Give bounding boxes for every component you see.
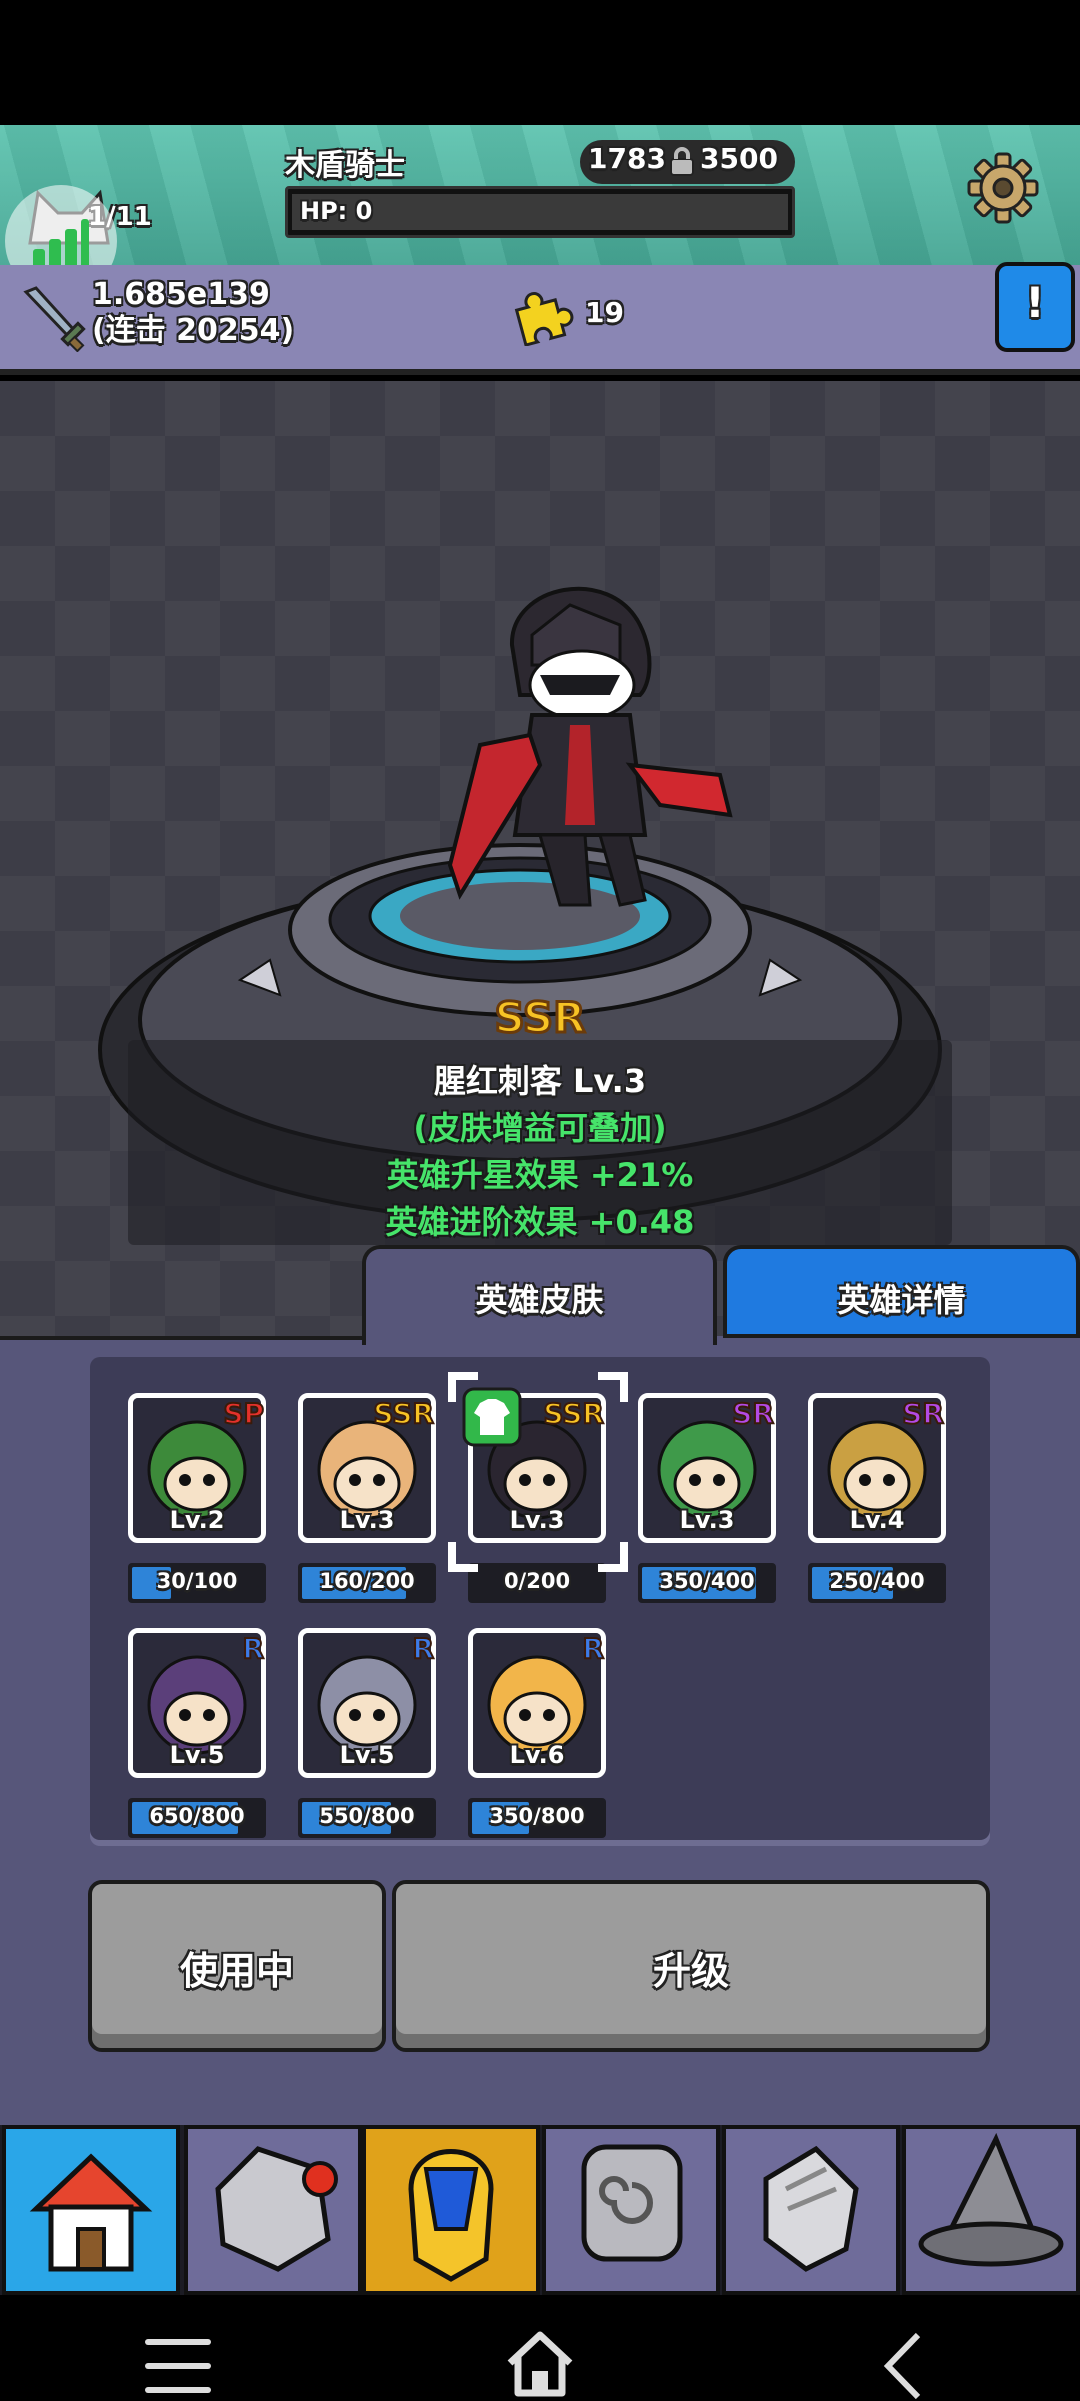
home-icon[interactable] bbox=[506, 2331, 574, 2397]
damage-stat: 1.685e139 (连击 20254) bbox=[92, 277, 294, 349]
tab-hero-detail-label: 英雄详情 bbox=[837, 1281, 966, 1319]
puzzle-piece-icon bbox=[514, 292, 574, 346]
skin-rarity-text: SR bbox=[902, 1397, 944, 1429]
skin-progress-text: 550/800 bbox=[319, 1804, 415, 1828]
skin-progress-text: 350/400 bbox=[659, 1569, 755, 1593]
skin-rarity-text: R bbox=[582, 1632, 604, 1664]
gauntlet-icon bbox=[763, 2145, 859, 2272]
skin-progress-text: 650/800 bbox=[149, 1804, 245, 1828]
skin-rarity-text: SR bbox=[732, 1397, 774, 1429]
equipped-shirt-icon bbox=[462, 1387, 522, 1447]
lock-icon bbox=[670, 147, 694, 176]
sword-icon bbox=[23, 286, 86, 352]
skin-progress-bar: 350/400 bbox=[638, 1563, 776, 1603]
wizard-hat-icon bbox=[918, 2132, 1064, 2267]
ssr-rarity-text: SSR bbox=[495, 993, 586, 1042]
upgrade-button-label: 升级 bbox=[652, 1949, 729, 1993]
skin-level: Lv.3 bbox=[339, 1506, 395, 1534]
nav-home[interactable] bbox=[2, 2125, 180, 2295]
nav-rune[interactable] bbox=[542, 2125, 720, 2295]
in-use-button-label: 使用中 bbox=[179, 1949, 294, 1993]
skin-progress-bar: 350/800 bbox=[468, 1798, 606, 1838]
skin-level: Lv.5 bbox=[169, 1741, 225, 1769]
skin-level: Lv.5 bbox=[339, 1741, 395, 1769]
system-nav-bar bbox=[0, 2295, 1080, 2400]
nav-heroes[interactable] bbox=[362, 2125, 540, 2295]
advance-effect: 英雄进阶效果 +0.48 bbox=[385, 1203, 695, 1241]
nav-equipment[interactable] bbox=[722, 2125, 900, 2295]
skin-progress-bar: 550/800 bbox=[298, 1798, 436, 1838]
tab-hero-skin-label: 英雄皮肤 bbox=[475, 1281, 604, 1319]
star-up-effect: 英雄升星效果 +21% bbox=[386, 1156, 694, 1194]
skin-level: Lv.6 bbox=[509, 1741, 565, 1769]
skin-rarity-badge: SSR bbox=[372, 1396, 435, 1429]
info-button[interactable]: ! bbox=[995, 262, 1075, 352]
tab-hero-skin[interactable]: 英雄皮肤 bbox=[362, 1245, 717, 1345]
upgrade-button[interactable]: 升级 bbox=[392, 1880, 990, 2052]
info-button-label: ! bbox=[1025, 278, 1045, 327]
skin-progress-text: 160/200 bbox=[319, 1569, 415, 1593]
menu-icon[interactable] bbox=[145, 2337, 211, 2395]
skin-level: Lv.3 bbox=[679, 1506, 735, 1534]
skin-rarity-badge: SP bbox=[222, 1396, 265, 1429]
knight-helmet-icon bbox=[408, 2149, 494, 2282]
nav-forge[interactable] bbox=[184, 2125, 362, 2295]
hero-character bbox=[447, 586, 733, 907]
skin-level: Lv.2 bbox=[169, 1506, 225, 1534]
house-icon bbox=[29, 2153, 153, 2272]
skin-rarity-text: SP bbox=[223, 1397, 264, 1429]
skin-progress-bar: 650/800 bbox=[128, 1798, 266, 1838]
status-bar bbox=[0, 0, 1080, 125]
boss-hp-label: HP: 0 bbox=[300, 197, 373, 225]
tab-hero-detail[interactable]: 英雄详情 bbox=[723, 1245, 1080, 1338]
skin-progress-bar: 160/200 bbox=[298, 1563, 436, 1603]
skin-rarity-text: SSR bbox=[373, 1397, 434, 1429]
skin-rarity-badge: R bbox=[411, 1631, 435, 1664]
combo-value: (连击 20254) bbox=[92, 313, 295, 348]
ssr-rarity-badge: SSR bbox=[493, 992, 587, 1042]
hero-name: 腥红刺客 Lv.3 bbox=[433, 1062, 647, 1100]
back-icon[interactable] bbox=[880, 2331, 924, 2401]
signal-bars-icon bbox=[33, 219, 89, 269]
puzzle-count: 19 bbox=[585, 296, 624, 329]
rune-stone-icon bbox=[581, 2144, 683, 2262]
skin-progress-text: 30/100 bbox=[156, 1569, 238, 1593]
damage-value: 1.685e139 bbox=[92, 277, 270, 312]
gold-capacity: 3500 bbox=[700, 142, 778, 175]
skin-level: Lv.4 bbox=[849, 1506, 905, 1534]
skin-rarity-text: R bbox=[412, 1632, 434, 1664]
anvil-stone-icon bbox=[215, 2146, 338, 2272]
skin-rarity-badge: R bbox=[241, 1631, 265, 1664]
skin-progress-bar: 30/100 bbox=[128, 1563, 266, 1603]
panel-divider bbox=[0, 1336, 362, 1340]
skin-progress-text: 0/200 bbox=[503, 1569, 571, 1593]
settings-gear-icon[interactable] bbox=[965, 148, 1041, 228]
skin-rarity-text: R bbox=[242, 1632, 264, 1664]
skin-rarity-badge: SR bbox=[901, 1396, 945, 1429]
stage-name: 木盾骑士 bbox=[285, 148, 405, 183]
nav-magic[interactable] bbox=[902, 2125, 1080, 2295]
skin-progress-text: 350/800 bbox=[489, 1804, 585, 1828]
skin-rarity-badge: SR bbox=[731, 1396, 775, 1429]
skin-stack-note: (皮肤增益可叠加) bbox=[413, 1109, 667, 1147]
in-use-button[interactable]: 使用中 bbox=[88, 1880, 386, 2052]
skin-progress-bar: 250/400 bbox=[808, 1563, 946, 1603]
skin-rarity-badge: R bbox=[581, 1631, 605, 1664]
skin-progress-text: 250/400 bbox=[829, 1569, 925, 1593]
gold-count: 1783 bbox=[588, 142, 666, 175]
